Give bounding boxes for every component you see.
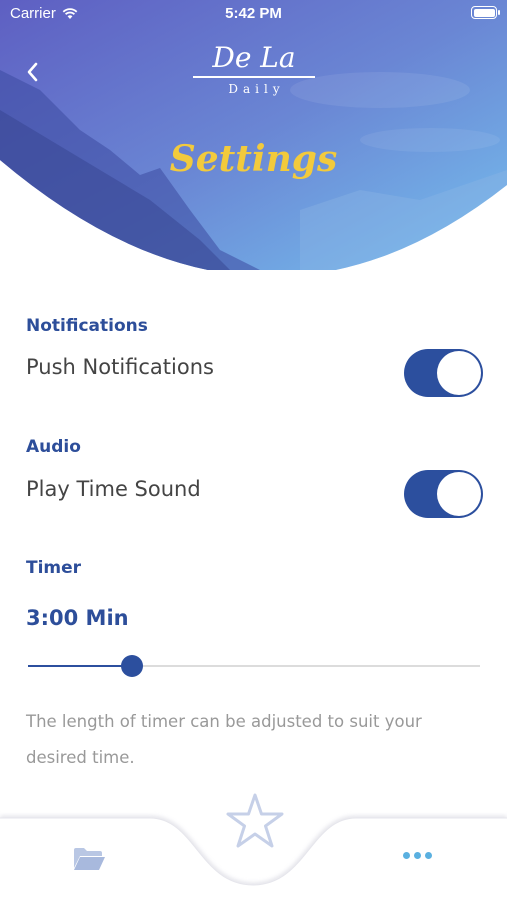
- battery-icon: [471, 6, 500, 19]
- toggle-knob: [437, 351, 481, 395]
- slider-thumb[interactable]: [120, 655, 143, 677]
- push-notifications-label: Push Notifications: [26, 355, 214, 379]
- notifications-section-label: Notifications: [26, 316, 148, 336]
- audio-section-label: Audio: [26, 437, 81, 457]
- timer-description: The length of timer can be adjusted to s…: [26, 712, 422, 767]
- timer-slider[interactable]: [28, 652, 480, 680]
- play-time-sound-toggle[interactable]: [404, 470, 483, 518]
- header-banner: Carrier 5:42 PM De La Daily Settings: [0, 0, 507, 270]
- slider-fill: [28, 665, 132, 667]
- timer-value: 3:00 Min: [26, 606, 129, 630]
- toggle-knob: [437, 472, 481, 516]
- push-notifications-toggle[interactable]: [404, 349, 483, 397]
- folder-icon[interactable]: [72, 846, 106, 872]
- logo-divider: [193, 76, 315, 78]
- chevron-left-icon: [27, 62, 38, 82]
- play-time-sound-label: Play Time Sound: [26, 477, 201, 501]
- timer-section-label: Timer: [26, 558, 82, 578]
- page-title: Settings: [169, 138, 338, 180]
- more-icon[interactable]: [403, 852, 437, 866]
- logo-subtitle: Daily: [228, 81, 285, 96]
- back-button[interactable]: [22, 58, 44, 86]
- app-logo: De La Daily: [193, 42, 315, 96]
- status-time: 5:42 PM: [225, 5, 282, 22]
- star-icon[interactable]: [224, 790, 286, 852]
- status-bar: Carrier 5:42 PM: [0, 0, 507, 28]
- logo-title: De La: [212, 41, 296, 74]
